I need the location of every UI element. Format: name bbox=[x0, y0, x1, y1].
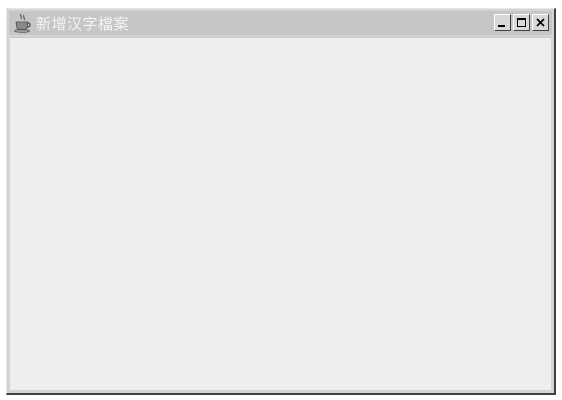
close-button[interactable] bbox=[532, 14, 549, 31]
minimize-icon bbox=[498, 25, 505, 27]
app-window: 新增汉字檔案 bbox=[6, 8, 556, 395]
title-bar[interactable]: 新增汉字檔案 bbox=[9, 11, 552, 35]
maximize-button[interactable] bbox=[513, 14, 530, 31]
window-title: 新增汉字檔案 bbox=[36, 14, 130, 33]
window-content-area bbox=[10, 37, 551, 390]
java-coffee-cup-icon[interactable] bbox=[12, 12, 34, 34]
close-icon bbox=[536, 18, 545, 27]
maximize-icon bbox=[517, 18, 526, 27]
window-controls bbox=[494, 14, 549, 31]
minimize-button[interactable] bbox=[494, 14, 511, 31]
